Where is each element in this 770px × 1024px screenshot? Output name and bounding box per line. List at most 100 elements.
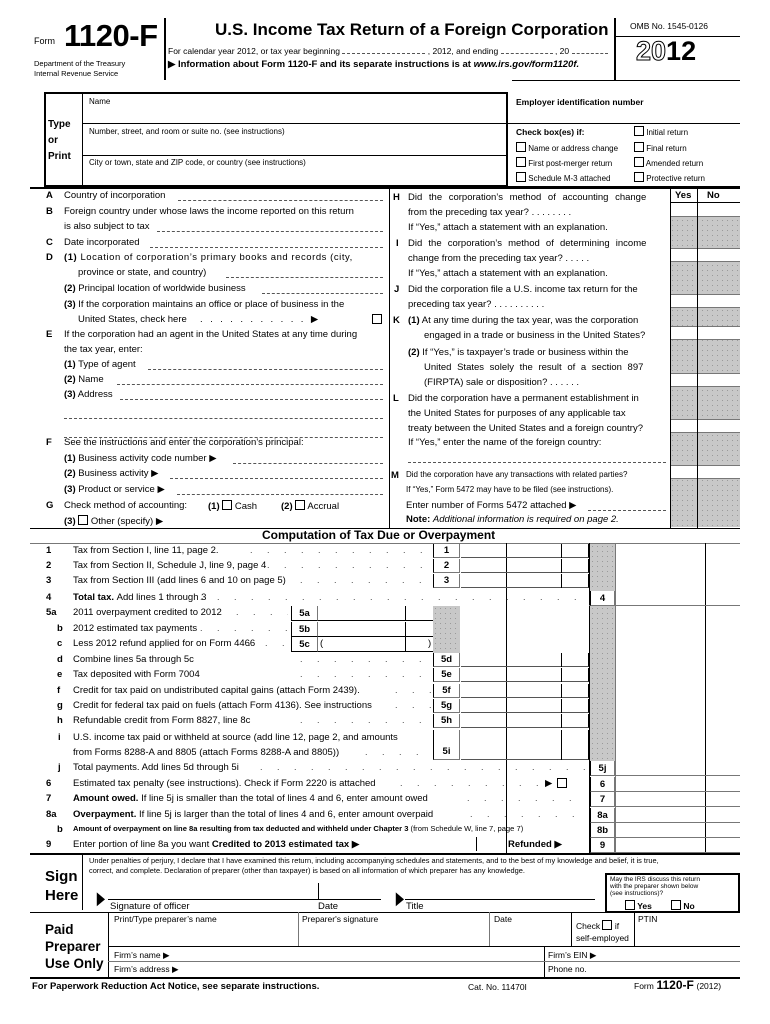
j-no-cell[interactable] [698, 294, 740, 308]
discuss-yes-option[interactable]: Yes [625, 900, 652, 911]
k2-no-cell[interactable] [698, 373, 740, 387]
k1-yes-cell[interactable] [671, 326, 697, 340]
k1-no-cell[interactable] [698, 326, 740, 340]
tax-year-begin-field[interactable] [342, 53, 426, 54]
agent-name-field[interactable] [117, 374, 383, 385]
discuss-no-checkbox[interactable] [671, 900, 681, 910]
product-service-field[interactable] [177, 484, 383, 495]
line-amount-field[interactable] [318, 622, 433, 637]
accounting-cash-option[interactable]: (1) Cash [208, 500, 257, 512]
line-amount-field[interactable] [461, 714, 589, 728]
h-note: If “Yes,” attach a statement with an exp… [408, 222, 608, 233]
officer-title-field[interactable] [405, 882, 595, 899]
self-employed-checkbox[interactable] [602, 920, 613, 930]
preparer-date-field[interactable] [491, 925, 569, 945]
discuss-yes-checkbox[interactable] [625, 900, 635, 910]
foreign-country-name-field[interactable] [408, 452, 666, 463]
credited-amount-field[interactable] [365, 838, 473, 851]
j-yes-cell[interactable] [671, 294, 697, 308]
checkbox[interactable] [516, 157, 526, 167]
city-field[interactable] [84, 169, 506, 183]
country-incorporation-field[interactable] [178, 190, 383, 201]
books-location-field[interactable] [226, 267, 383, 278]
tax-year-end-field[interactable] [500, 53, 553, 54]
h-no-cell[interactable] [698, 203, 740, 217]
line-amount-field[interactable] [461, 574, 589, 588]
line-amount-field[interactable] [461, 544, 589, 558]
tax-year-end-year-field[interactable] [571, 53, 608, 54]
cash-checkbox[interactable] [222, 500, 233, 510]
business-activity-field[interactable] [170, 468, 383, 479]
line-amount-field[interactable] [616, 761, 740, 776]
h-yes-cell[interactable] [671, 203, 697, 217]
info-url-link[interactable]: www.irs.gov/form1120f. [474, 59, 580, 70]
phone-field[interactable] [600, 963, 740, 975]
checkbox-final-return[interactable]: Final return [634, 142, 687, 153]
checkbox-first-post-merger[interactable]: First post-merger return [516, 157, 612, 168]
line-amount-field[interactable] [616, 792, 740, 807]
line-amount-field[interactable] [461, 684, 589, 698]
other-checkbox[interactable] [78, 515, 89, 525]
line-amount-field[interactable] [616, 808, 740, 823]
checkbox[interactable] [634, 172, 644, 182]
checkbox[interactable] [634, 157, 644, 167]
activity-code-field[interactable] [233, 453, 383, 464]
accrual-checkbox[interactable] [295, 500, 306, 510]
m-no-cell[interactable] [698, 465, 740, 479]
line-amount-field[interactable] [616, 591, 740, 606]
forms-5472-field[interactable] [588, 500, 666, 511]
checkbox-label: First post-merger return [528, 159, 613, 168]
m-yes-cell[interactable] [671, 465, 697, 479]
ein-field[interactable] [514, 108, 738, 122]
line-amount-field[interactable] [616, 777, 740, 792]
checkbox[interactable] [516, 172, 526, 182]
name-field[interactable] [84, 107, 506, 121]
line-amount-field[interactable] [616, 838, 740, 853]
refunded-amount-field[interactable] [478, 838, 506, 851]
officer-date-field[interactable] [320, 882, 380, 899]
discuss-no-option[interactable]: No [671, 900, 695, 911]
officer-signature-field[interactable] [108, 882, 316, 899]
accounting-accrual-option[interactable]: (2) Accrual [281, 500, 339, 512]
line-amount-field[interactable] [461, 653, 589, 667]
checkbox-protective-return[interactable]: Protective return [634, 172, 705, 183]
worldwide-business-field[interactable] [262, 283, 383, 294]
checkbox-schedule-m3[interactable]: Schedule M-3 attached [516, 172, 611, 183]
checkbox[interactable] [634, 126, 644, 136]
date-incorporated-field[interactable] [150, 237, 383, 248]
ptin-field[interactable] [636, 925, 740, 945]
line-amount-field[interactable] [318, 637, 433, 652]
preparer-signature-field[interactable] [300, 925, 486, 945]
line-amount-field[interactable] [318, 606, 433, 621]
agent-address-field[interactable] [120, 389, 383, 400]
agent-address-field-2[interactable] [64, 408, 383, 419]
us-office-checkbox[interactable] [372, 314, 382, 324]
accounting-other-option[interactable]: (3) Other (specify) ▶ [64, 515, 163, 527]
line-amount-field[interactable] [461, 699, 589, 713]
checkbox-name-address-change[interactable]: Name or address change [516, 142, 618, 153]
checkbox-initial-return[interactable]: Initial return [634, 126, 688, 137]
firm-address-field[interactable] [190, 963, 540, 975]
checkbox[interactable] [516, 142, 526, 152]
preparer-name-field[interactable] [110, 925, 296, 945]
self-employed-option[interactable]: Check if [576, 920, 619, 931]
i-no-cell[interactable] [698, 248, 740, 262]
firm-ein-field[interactable] [610, 948, 740, 960]
line-amount-field[interactable] [616, 823, 740, 838]
form-2220-checkbox[interactable] [557, 778, 567, 788]
foreign-country-field[interactable] [157, 221, 383, 232]
other-method-field[interactable] [178, 515, 383, 526]
firm-name-field[interactable] [190, 948, 540, 960]
checkbox-amended-return[interactable]: Amended return [634, 157, 703, 168]
street-field[interactable] [84, 138, 506, 152]
agent-type-field[interactable] [148, 359, 383, 370]
checkbox[interactable] [634, 142, 644, 152]
line-amount-field[interactable] [461, 730, 589, 760]
i-yes-cell[interactable] [671, 248, 697, 262]
line-amount-field[interactable] [461, 668, 589, 682]
k2-yes-cell[interactable] [671, 373, 697, 387]
line-amount-field[interactable] [461, 559, 589, 573]
l-no-cell[interactable] [698, 419, 740, 433]
l-yes-cell[interactable] [671, 419, 697, 433]
line-number: j [58, 762, 61, 773]
